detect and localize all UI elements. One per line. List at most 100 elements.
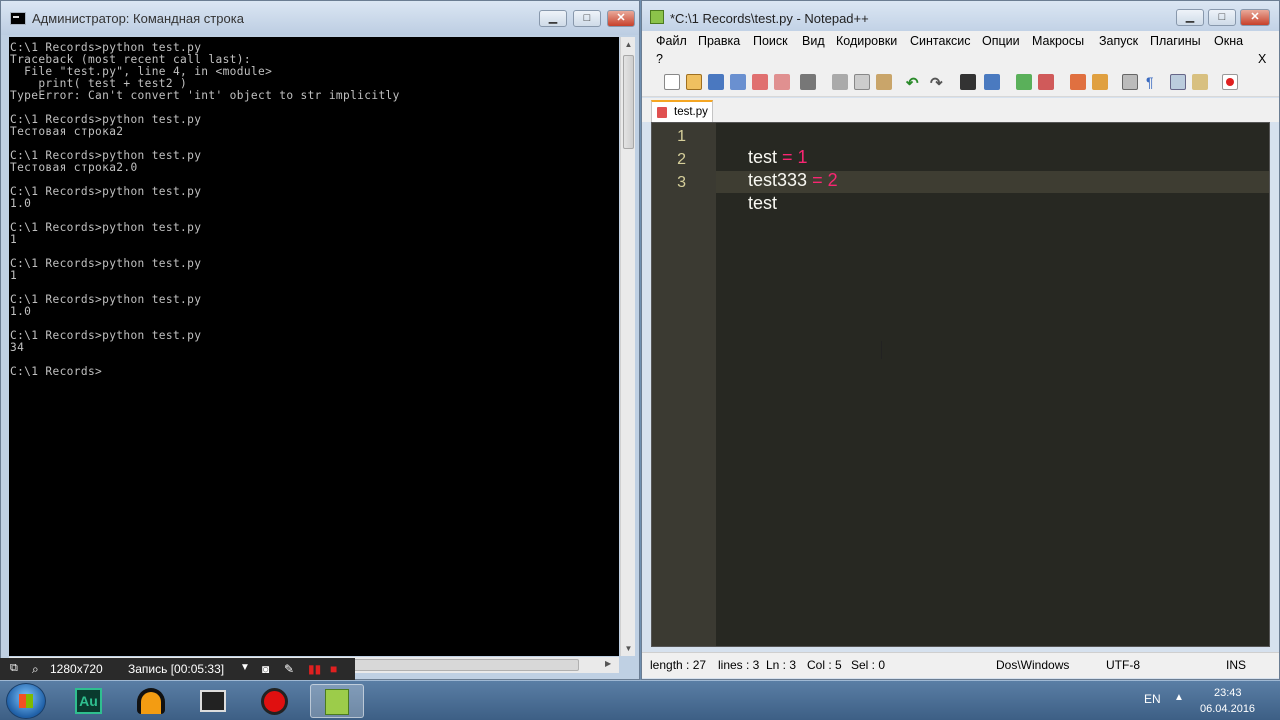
sync-vertical-icon[interactable] [1070, 74, 1086, 90]
stop-icon[interactable]: ■ [330, 662, 337, 676]
npp-titlebar[interactable]: *C:\1 Records\test.py - Notepad++ ▁ □ ✕ [642, 1, 1279, 31]
open-file-icon[interactable] [686, 74, 702, 90]
notepadpp-window[interactable]: *C:\1 Records\test.py - Notepad++ ▁ □ ✕ … [641, 0, 1280, 680]
console-text: C:\1 Records>python test.py Traceback (m… [10, 41, 400, 378]
close-document-button[interactable]: X [1258, 52, 1266, 66]
replace-icon[interactable] [984, 74, 1000, 90]
cmd-vertical-scrollbar[interactable]: ▲ ▼ [620, 37, 635, 656]
menu-encoding[interactable]: Кодировки [836, 34, 897, 48]
menu-view[interactable]: Вид [802, 34, 825, 48]
clock-date[interactable]: 06.04.2016 [1200, 703, 1255, 715]
npp-tabbar: test.py [642, 98, 1279, 122]
sync-horizontal-icon[interactable] [1092, 74, 1108, 90]
headphones-icon [137, 688, 165, 714]
taskbar-audition[interactable]: Au [62, 684, 116, 718]
zoom-in-icon[interactable] [1016, 74, 1032, 90]
show-all-chars-icon[interactable]: ¶ [1146, 74, 1162, 90]
npp-minimize-button[interactable]: ▁ [1176, 9, 1204, 26]
cmd-maximize-button[interactable]: □ [573, 10, 601, 27]
cut-icon[interactable] [832, 74, 848, 90]
menu-help[interactable]: ? [656, 52, 663, 66]
status-lines: lines : 3 [718, 658, 760, 672]
scroll-up-arrow-icon[interactable]: ▲ [621, 37, 636, 52]
new-file-icon[interactable] [664, 74, 680, 90]
cmd-minimize-button[interactable]: ▁ [539, 10, 567, 27]
indent-guide-icon[interactable] [1170, 74, 1186, 90]
tray-expand-icon[interactable]: ▲ [1174, 692, 1184, 703]
close-all-icon[interactable] [774, 74, 790, 90]
npp-maximize-button[interactable]: □ [1208, 9, 1236, 26]
unsaved-file-icon [657, 107, 667, 118]
status-column: Col : 5 [807, 658, 842, 672]
cmd-window[interactable]: Администратор: Командная строка ▁ □ ✕ C:… [0, 0, 640, 680]
menu-options[interactable]: Опции [982, 34, 1020, 48]
word-wrap-icon[interactable] [1122, 74, 1138, 90]
line-number: 1 [677, 128, 686, 145]
menu-plugins[interactable]: Плагины [1150, 34, 1201, 48]
pencil-icon[interactable]: ✎ [284, 662, 294, 676]
print-icon[interactable] [800, 74, 816, 90]
menu-windows[interactable]: Окна [1214, 34, 1243, 48]
npp-app-icon [650, 10, 664, 24]
console-output[interactable]: C:\1 Records>python test.py Traceback (m… [9, 37, 619, 656]
npp-close-button[interactable]: ✕ [1240, 9, 1270, 26]
recorder-status: Запись [00:05:33] [128, 662, 225, 676]
zoom-icon[interactable]: ⌕ [32, 662, 39, 677]
pause-icon[interactable]: ▮▮ [308, 662, 321, 676]
clock-time[interactable]: 23:43 [1214, 687, 1242, 699]
cmd-app-icon [10, 12, 26, 25]
status-selection: Sel : 0 [851, 658, 886, 672]
taskbar-video-app[interactable] [186, 684, 240, 718]
undo-icon[interactable]: ↶ [906, 74, 922, 92]
window-toggle-icon[interactable]: ⧉ [10, 662, 18, 675]
cmd-titlebar[interactable]: Администратор: Командная строка ▁ □ ✕ [1, 1, 639, 35]
menu-macros[interactable]: Макросы [1032, 34, 1084, 48]
language-indicator[interactable]: EN [1144, 692, 1161, 706]
zoom-out-icon[interactable] [1038, 74, 1054, 90]
tab-test-py[interactable]: test.py [651, 100, 713, 122]
save-icon[interactable] [708, 74, 724, 90]
document-map-icon[interactable] [1192, 74, 1208, 90]
paste-icon[interactable] [876, 74, 892, 90]
dropdown-arrow-icon[interactable]: ▼ [240, 662, 250, 673]
tab-label: test.py [674, 106, 708, 118]
recorder-resolution: 1280x720 [50, 662, 103, 676]
record-macro-icon[interactable] [1222, 74, 1238, 90]
scroll-down-arrow-icon[interactable]: ▼ [621, 641, 636, 656]
cmd-hscroll-thumb[interactable] [329, 659, 579, 671]
cmd-close-button[interactable]: ✕ [607, 10, 635, 27]
redo-icon[interactable]: ↷ [930, 74, 946, 92]
taskbar-audio-app[interactable] [124, 684, 178, 718]
scroll-right-arrow-icon[interactable]: ▶ [605, 659, 611, 668]
close-file-icon[interactable] [752, 74, 768, 90]
status-eol[interactable]: Dos\Windows [996, 658, 1069, 672]
start-button[interactable] [6, 683, 46, 719]
line-number-gutter: 1 2 3 [652, 123, 716, 646]
menu-syntax[interactable]: Синтаксис [910, 34, 971, 48]
status-length: length : 27 [650, 658, 707, 672]
camera-icon[interactable]: ◙ [262, 662, 269, 676]
code-number: 2 [827, 170, 838, 190]
save-all-icon[interactable] [730, 74, 746, 90]
menu-edit[interactable]: Правка [698, 34, 740, 48]
find-icon[interactable] [960, 74, 976, 90]
code-line: test [718, 172, 777, 235]
status-insert-mode: INS [1226, 658, 1247, 672]
cmd-title: Администратор: Командная строка [32, 11, 244, 26]
menu-run[interactable]: Запуск [1099, 34, 1138, 48]
record-icon [261, 688, 288, 715]
notepadpp-app-icon [325, 689, 349, 715]
status-line: Ln : 3 [766, 658, 797, 672]
taskbar: Au EN ▲ 23:43 06.04.2016 [0, 680, 1280, 720]
menu-search[interactable]: Поиск [753, 34, 788, 48]
taskbar-notepadpp[interactable] [310, 684, 364, 718]
recorder-bar: ⧉ ⌕ 1280x720 Запись [00:05:33] ▼ ◙ ✎ ▮▮ … [0, 658, 355, 680]
cmd-scroll-thumb[interactable] [623, 55, 634, 149]
menu-file[interactable]: Файл [656, 34, 687, 48]
code-editor[interactable]: 1 2 3 test = 1 test333 = 2 test [651, 122, 1270, 647]
copy-icon[interactable] [854, 74, 870, 90]
film-icon [200, 690, 226, 712]
code-identifier: test [748, 193, 778, 213]
status-encoding[interactable]: UTF-8 [1106, 658, 1140, 672]
taskbar-recorder[interactable] [248, 684, 302, 718]
